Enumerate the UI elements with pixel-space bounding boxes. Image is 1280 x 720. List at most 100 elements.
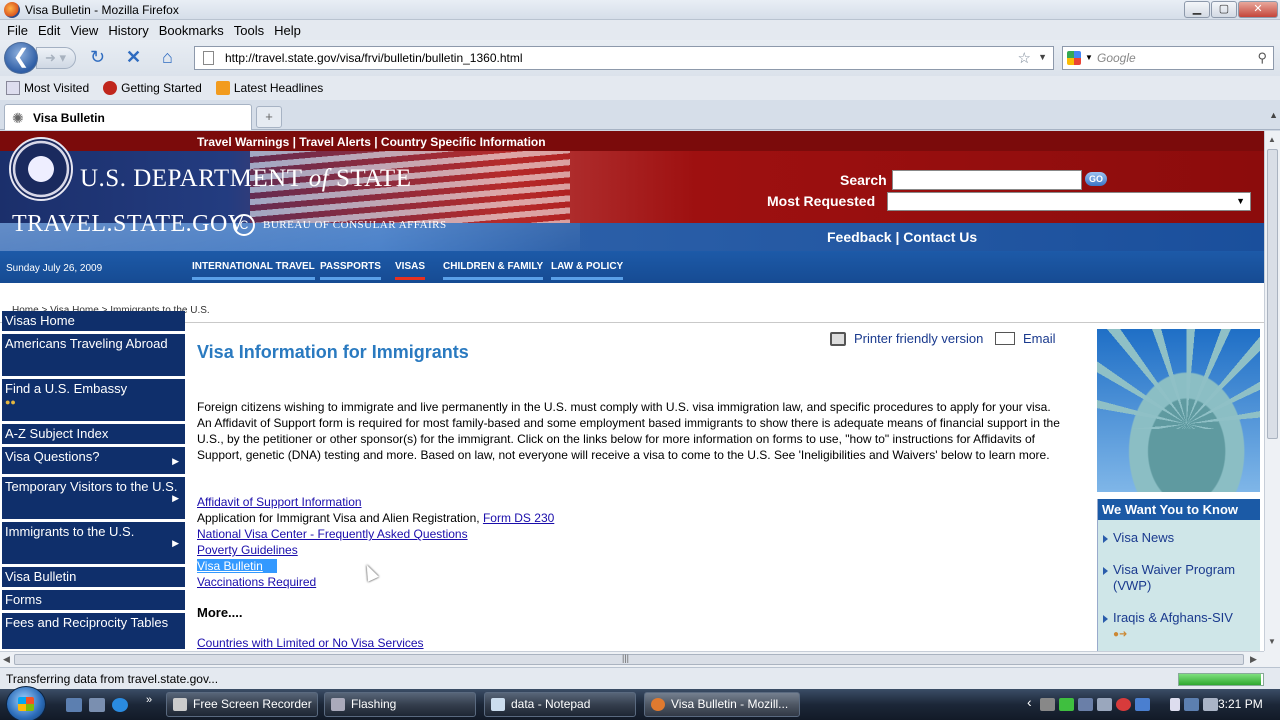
contact-us-link[interactable]: Contact Us bbox=[903, 229, 977, 245]
nav-law-policy[interactable]: LAW & POLICY bbox=[551, 261, 624, 280]
search-icon[interactable]: ⚲ bbox=[1257, 50, 1267, 66]
tab-scroll-icon[interactable]: ▲ bbox=[1269, 110, 1278, 120]
nvc-faq-link[interactable]: National Visa Center - Frequently Asked … bbox=[197, 527, 468, 541]
sidebar-item-label: Immigrants to the U.S. bbox=[5, 524, 135, 539]
wwk-visa-news[interactable]: Visa News bbox=[1098, 530, 1260, 546]
quicklaunch-more-icon[interactable]: » bbox=[146, 694, 152, 706]
vertical-scrollbar[interactable]: ▲ ▼ bbox=[1264, 131, 1280, 651]
travel-state-gov-logo[interactable]: TRAVEL.STATE.GOV bbox=[12, 211, 246, 238]
email-link[interactable]: Email bbox=[995, 331, 1056, 346]
sidebar-item-label: Temporary Visitors to the U.S. bbox=[5, 479, 178, 494]
nav-visas[interactable]: VISAS bbox=[395, 261, 426, 280]
bookmark-getting-started[interactable]: Getting Started bbox=[103, 81, 202, 95]
sidebar-item-visas-home[interactable]: Visas Home bbox=[2, 311, 185, 331]
scroll-up-icon[interactable]: ▲ bbox=[1268, 135, 1276, 144]
search-box[interactable]: ▼ Google ⚲ bbox=[1062, 46, 1274, 70]
scroll-right-icon[interactable]: ▶ bbox=[1250, 654, 1257, 665]
menu-bookmarks[interactable]: Bookmarks bbox=[154, 23, 229, 38]
visa-bulletin-link[interactable]: Visa Bulletin bbox=[197, 559, 277, 573]
statue-of-liberty-image bbox=[1097, 329, 1260, 492]
menu-help[interactable]: Help bbox=[269, 23, 306, 38]
close-button[interactable]: ✕ bbox=[1238, 1, 1278, 18]
menu-tools[interactable]: Tools bbox=[229, 23, 269, 38]
task-label: Visa Bulletin - Mozill... bbox=[671, 697, 789, 711]
tray-expand-icon[interactable]: ‹ bbox=[1027, 694, 1032, 710]
volume-icon[interactable] bbox=[1203, 698, 1218, 711]
go-button[interactable]: GO bbox=[1085, 172, 1107, 186]
notepad-icon bbox=[491, 698, 505, 711]
menu-view[interactable]: View bbox=[65, 23, 103, 38]
menu-history[interactable]: History bbox=[103, 23, 153, 38]
task-free-screen-recorder[interactable]: Free Screen Recorder bbox=[166, 692, 318, 717]
printer-friendly-link[interactable]: Printer friendly version bbox=[830, 331, 983, 346]
start-button[interactable] bbox=[6, 686, 46, 720]
wwk-iraqis-afghans[interactable]: Iraqis & Afghans-SIV bbox=[1098, 610, 1260, 626]
wwk-vwp[interactable]: Visa Waiver Program (VWP) bbox=[1098, 562, 1260, 594]
tray-monitor-icon[interactable] bbox=[1097, 698, 1112, 711]
task-notepad[interactable]: data - Notepad bbox=[484, 692, 636, 717]
page-viewport: Travel Warnings | Travel Alerts | Countr… bbox=[0, 131, 1264, 651]
scroll-thumb[interactable] bbox=[1267, 149, 1278, 439]
engine-dropdown-icon[interactable]: ▼ bbox=[1085, 53, 1093, 62]
maximize-button[interactable]: ▢ bbox=[1211, 1, 1237, 18]
minimize-button[interactable]: ▁ bbox=[1184, 1, 1210, 18]
nav-children-family[interactable]: CHILDREN & FAMILY bbox=[443, 261, 544, 280]
affidavit-link[interactable]: Affidavit of Support Information bbox=[197, 495, 362, 509]
nav-international-travel[interactable]: INTERNATIONAL TRAVEL bbox=[192, 261, 315, 280]
sidebar-item-americans-abroad[interactable]: Americans Traveling Abroad bbox=[2, 334, 185, 376]
sidebar-item-forms[interactable]: Forms bbox=[2, 590, 185, 610]
task-firefox[interactable]: Visa Bulletin - Mozill... bbox=[644, 692, 800, 717]
scroll-down-icon[interactable]: ▼ bbox=[1268, 637, 1276, 646]
ie-icon[interactable] bbox=[112, 698, 128, 712]
scroll-left-icon[interactable]: ◀ bbox=[3, 654, 10, 665]
google-icon[interactable] bbox=[1067, 51, 1081, 65]
bookmark-label: Getting Started bbox=[121, 81, 202, 95]
tab-visa-bulletin[interactable]: ✺ Visa Bulletin bbox=[4, 104, 252, 130]
clock[interactable]: 3:21 PM bbox=[1218, 697, 1263, 711]
sidebar-item-find-embassy[interactable]: Find a U.S. Embassy ●● bbox=[2, 379, 185, 421]
sidebar-item-visa-bulletin[interactable]: Visa Bulletin bbox=[2, 567, 185, 587]
printer-icon bbox=[830, 331, 846, 346]
show-desktop-icon[interactable] bbox=[66, 698, 82, 712]
switch-windows-icon[interactable] bbox=[89, 698, 105, 712]
tray-app-icon[interactable] bbox=[1040, 698, 1055, 711]
reload-icon[interactable]: ↻ bbox=[90, 47, 105, 67]
tray-green-icon[interactable] bbox=[1059, 698, 1074, 711]
bookmark-latest-headlines[interactable]: Latest Headlines bbox=[215, 81, 323, 95]
new-tab-button[interactable]: + bbox=[256, 106, 282, 128]
url-dropdown-icon[interactable]: ▼ bbox=[1038, 52, 1047, 62]
task-label: Flashing bbox=[351, 697, 397, 711]
tray-network-icon[interactable] bbox=[1078, 698, 1093, 711]
sidebar-item-visa-questions[interactable]: Visa Questions? ▶ bbox=[2, 447, 185, 474]
forward-button[interactable]: ➜ ▾ bbox=[36, 47, 76, 69]
menu-edit[interactable]: Edit bbox=[33, 23, 65, 38]
feedback-link[interactable]: Feedback bbox=[827, 229, 892, 245]
site-search-input[interactable] bbox=[892, 170, 1082, 190]
travel-warnings-links[interactable]: Travel Warnings | Travel Alerts | Countr… bbox=[197, 134, 1258, 150]
bookmark-star-icon[interactable]: ☆ bbox=[1018, 49, 1031, 67]
horizontal-scrollbar[interactable]: ◀ ||| ▶ bbox=[0, 651, 1264, 667]
vaccinations-link[interactable]: Vaccinations Required bbox=[197, 575, 316, 589]
tray-blue-icon[interactable] bbox=[1135, 698, 1150, 711]
tray-usb-icon[interactable] bbox=[1170, 698, 1180, 711]
bookmark-most-visited[interactable]: Most Visited bbox=[6, 81, 89, 95]
sidebar-item-immigrants[interactable]: Immigrants to the U.S. ▶ bbox=[2, 522, 185, 564]
menu-file[interactable]: File bbox=[2, 23, 33, 38]
form-ds230-link[interactable]: Form DS 230 bbox=[483, 511, 554, 525]
home-icon[interactable]: ⌂ bbox=[162, 47, 173, 67]
sidebar-item-temporary-visitors[interactable]: Temporary Visitors to the U.S. ▶ bbox=[2, 477, 185, 519]
most-requested-select[interactable]: ▼ bbox=[887, 192, 1251, 211]
tray-red-icon[interactable] bbox=[1116, 698, 1131, 711]
nav-passports[interactable]: PASSPORTS bbox=[320, 261, 381, 280]
tray-display-icon[interactable] bbox=[1184, 698, 1199, 711]
stop-icon[interactable]: ✕ bbox=[126, 47, 141, 67]
sidebar-item-az-index[interactable]: A-Z Subject Index bbox=[2, 424, 185, 444]
folder-icon bbox=[6, 81, 20, 95]
back-button[interactable]: ❮ bbox=[4, 42, 38, 74]
address-bar[interactable]: http://travel.state.gov/visa/frvi/bullet… bbox=[194, 46, 1054, 70]
task-flashing[interactable]: Flashing bbox=[324, 692, 476, 717]
limited-visa-services-link[interactable]: Countries with Limited or No Visa Servic… bbox=[197, 636, 424, 650]
intro-paragraph: Foreign citizens wishing to immigrate an… bbox=[197, 400, 1060, 462]
sidebar-item-fees[interactable]: Fees and Reciprocity Tables bbox=[2, 613, 185, 649]
poverty-guidelines-link[interactable]: Poverty Guidelines bbox=[197, 543, 298, 557]
